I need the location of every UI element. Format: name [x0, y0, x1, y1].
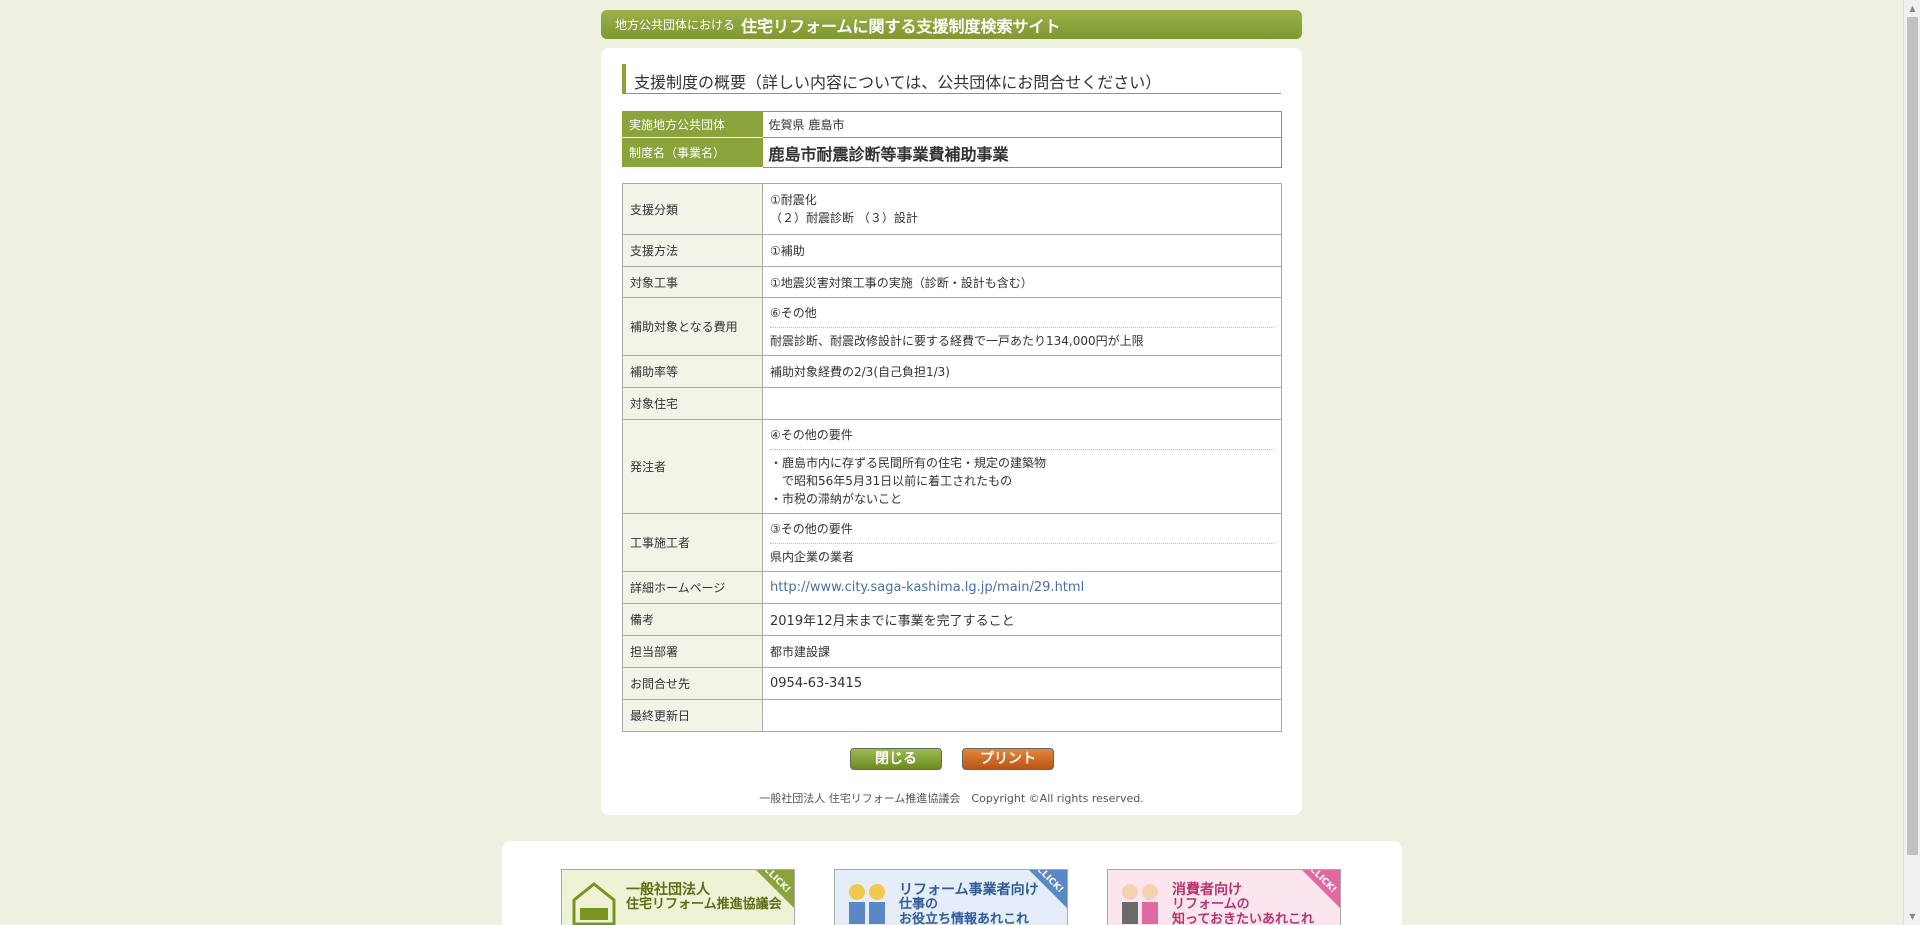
divider — [770, 542, 1274, 544]
banner-association[interactable]: 一般社団法人 住宅リフォーム推進協議会 CLICK! — [561, 869, 795, 925]
people-icon — [1122, 884, 1158, 924]
client-label: 発注者 — [622, 419, 763, 514]
target-work-label: 対象工事 — [622, 266, 763, 298]
updated-label: 最終更新日 — [622, 699, 763, 732]
cost-value: ⑥その他 耐震診断、耐震改修設計に要する経費で一戸あたり134,000円が上限 — [762, 297, 1282, 356]
contractor-label: 工事施工者 — [622, 513, 763, 572]
vertical-scrollbar[interactable]: ▲ ▼ — [1903, 0, 1920, 925]
contractor-line1: ③その他の要件 — [770, 521, 853, 536]
banner-contractors-sub2: お役立ち情報あれこれ — [899, 912, 1030, 925]
rate-label: 補助率等 — [622, 355, 763, 388]
contractor-value: ③その他の要件 県内企業の業者 — [762, 513, 1282, 572]
banner-consumers-sub1: リフォームの — [1172, 897, 1250, 912]
org-label: 実施地方公共団体 — [622, 111, 763, 138]
method-label: 支援方法 — [622, 234, 763, 267]
cost-line2: 耐震診断、耐震改修設計に要する経費で一戸あたり134,000円が上限 — [770, 333, 1144, 348]
divider — [770, 326, 1274, 328]
client-line4: ・市税の滞納がないこと — [770, 491, 903, 506]
support-type-label: 支援分類 — [622, 183, 763, 235]
method-value: ①補助 — [762, 234, 1282, 267]
dept-value: 都市建設課 — [762, 635, 1282, 668]
house-logo-icon — [572, 882, 616, 925]
banner-consumers[interactable]: 消費者向け リフォームの 知っておきたいあれこれ CLICK! — [1107, 869, 1341, 925]
banner-contractors-sub1: 仕事の — [899, 897, 939, 912]
updated-value — [762, 699, 1282, 732]
header-prefix: 地方公共団体における — [615, 18, 736, 32]
details-table: 支援分類 ①耐震化 （２）耐震診断 （３）設計 支援方法 ①補助 対象工事 ①地… — [622, 183, 1282, 732]
client-line3: で昭和56年5月31日以前に着工されたもの — [770, 473, 1013, 488]
contact-label: お問合せ先 — [622, 667, 763, 700]
banner-contractors[interactable]: リフォーム事業者向け 仕事の お役立ち情報あれこれ CLICK! — [834, 869, 1068, 925]
contractor-line2: 県内企業の業者 — [770, 549, 855, 564]
client-line1: ④その他の要件 — [770, 427, 853, 442]
support-type-line1: ①耐震化 — [770, 193, 817, 207]
workers-icon — [849, 884, 885, 924]
target-work-value: ①地震災害対策工事の実施（診断・設計も含む） — [762, 266, 1282, 298]
scrollbar-thumb[interactable] — [1907, 17, 1918, 855]
banner-consumers-title: 消費者向け — [1172, 882, 1242, 898]
org-value: 佐賀県 鹿島市 — [762, 111, 1282, 138]
client-line2: ・鹿島市内に存ずる民間所有の住宅・規定の建築物 — [770, 455, 1047, 470]
program-name-value: 鹿島市耐震診断等事業費補助事業 — [762, 137, 1282, 168]
notes-label: 備考 — [622, 603, 763, 636]
print-button[interactable]: プリント — [962, 748, 1054, 770]
site-header: 地方公共団体における 住宅リフォームに関する支援制度検索サイト — [601, 10, 1302, 39]
contact-value: 0954-63-3415 — [762, 667, 1282, 700]
banner-consumers-sub2: 知っておきたいあれこれ — [1172, 912, 1314, 925]
copyright: 一般社団法人 住宅リフォーム推進協議会 Copyright ©All right… — [759, 792, 1144, 805]
support-type-value: ①耐震化 （２）耐震診断 （３）設計 — [762, 183, 1282, 235]
cost-line1: ⑥その他 — [770, 305, 817, 320]
detail-panel: 支援制度の概要（詳しい内容については、公共団体にお問合せください） 実施地方公共… — [601, 48, 1302, 815]
banner-contractors-sub: 仕事の お役立ち情報あれこれ — [899, 897, 1029, 925]
support-type-line2: （２）耐震診断 （３）設計 — [770, 211, 918, 225]
divider — [770, 448, 1274, 450]
client-value: ④その他の要件 ・鹿島市内に存ずる民間所有の住宅・規定の建築物 で昭和56年5月… — [762, 419, 1282, 514]
homepage-value: http://www.city.saga-kashima.lg.jp/main/… — [762, 571, 1282, 604]
cost-label: 補助対象となる費用 — [622, 297, 763, 356]
footer-banners: 一般社団法人 住宅リフォーム推進協議会 CLICK! リフォーム事業者向け 仕事… — [502, 841, 1402, 925]
close-button[interactable]: 閉じる — [850, 748, 942, 770]
banner-consumers-sub: リフォームの 知っておきたいあれこれ — [1172, 897, 1314, 925]
dept-label: 担当部署 — [622, 635, 763, 668]
summary-table: 実施地方公共団体 佐賀県 鹿島市 制度名（事業名） 鹿島市耐震診断等事業費補助事… — [622, 111, 1282, 168]
banner-association-title: 一般社団法人 — [626, 882, 710, 898]
homepage-link[interactable]: http://www.city.saga-kashima.lg.jp/main/… — [770, 580, 1084, 595]
scroll-up-icon[interactable]: ▲ — [1904, 0, 1920, 17]
housing-label: 対象住宅 — [622, 387, 763, 420]
section-title: 支援制度の概要（詳しい内容については、公共団体にお問合せください） — [622, 64, 1281, 94]
scroll-down-icon[interactable]: ▼ — [1904, 908, 1920, 925]
banner-contractors-title: リフォーム事業者向け — [899, 882, 1039, 898]
rate-value: 補助対象経費の2/3(自己負担1/3) — [762, 355, 1282, 388]
homepage-label: 詳細ホームページ — [622, 571, 763, 604]
housing-value — [762, 387, 1282, 420]
site-title[interactable]: 住宅リフォームに関する支援制度検索サイト — [741, 13, 1061, 37]
notes-value: 2019年12月末までに事業を完了すること — [762, 603, 1282, 636]
program-name-label: 制度名（事業名） — [622, 137, 763, 168]
